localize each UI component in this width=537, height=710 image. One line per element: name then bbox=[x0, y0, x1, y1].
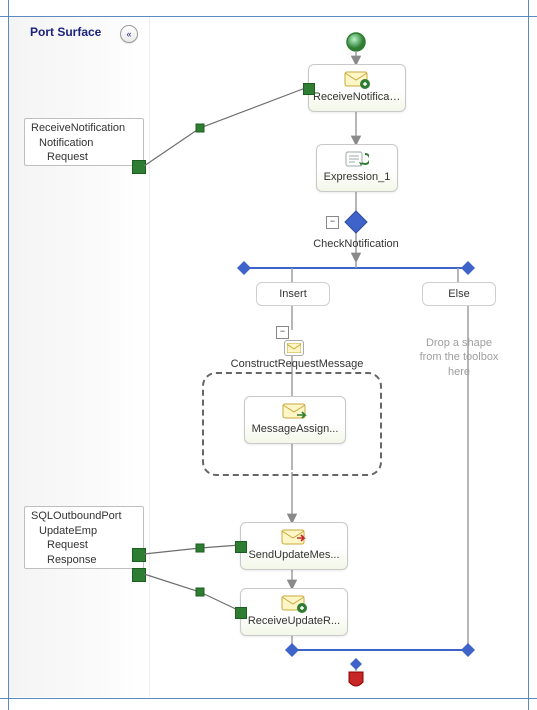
port-message: Request bbox=[25, 538, 143, 553]
shape-receive-update[interactable]: ReceiveUpdateR... bbox=[240, 588, 348, 636]
shape-connector[interactable] bbox=[235, 607, 247, 619]
shape-label: MessageAssign... bbox=[245, 423, 345, 439]
else-placeholder: Drop a shape from the toolbox here bbox=[414, 336, 504, 379]
shape-label: ReceiveUpdateR... bbox=[241, 615, 347, 631]
shape-label: Expression_1 bbox=[317, 171, 397, 187]
orchestration-canvas: Port Surface « ReceiveNotification Notif… bbox=[0, 0, 537, 710]
expression-icon bbox=[317, 151, 397, 169]
port-operation: Notification bbox=[25, 136, 143, 150]
branch-else[interactable]: Else bbox=[422, 282, 496, 306]
port-connector[interactable] bbox=[132, 160, 146, 174]
guide-bottom bbox=[0, 698, 537, 699]
port-name: ReceiveNotification bbox=[25, 119, 143, 136]
port-name: SQLOutboundPort bbox=[25, 507, 143, 524]
branch-label: Else bbox=[448, 288, 469, 300]
decision-label: CheckNotification bbox=[306, 238, 406, 250]
shape-message-assignment[interactable]: MessageAssign... bbox=[244, 396, 346, 444]
receive-icon bbox=[309, 71, 405, 89]
port-connector[interactable] bbox=[132, 548, 146, 562]
port-surface-collapse-button[interactable]: « bbox=[120, 25, 138, 43]
guide-right bbox=[528, 0, 529, 710]
shape-connector[interactable] bbox=[235, 541, 247, 553]
construct-icon bbox=[284, 340, 304, 356]
port-sql-outbound[interactable]: SQLOutboundPort UpdateEmp Request Respon… bbox=[24, 506, 144, 569]
branch-label: Insert bbox=[279, 288, 307, 300]
receive-icon bbox=[241, 595, 347, 613]
shape-expression[interactable]: Expression_1 bbox=[316, 144, 398, 192]
message-assign-icon bbox=[245, 403, 345, 421]
shape-label: ReceiveNotificati... bbox=[309, 91, 405, 107]
port-operation: UpdateEmp bbox=[25, 524, 143, 538]
shape-send-update[interactable]: SendUpdateMes... bbox=[240, 522, 348, 570]
construct-label: ConstructRequestMessage bbox=[222, 358, 372, 370]
port-receive-notification[interactable]: ReceiveNotification Notification Request bbox=[24, 118, 144, 166]
port-message: Response bbox=[25, 553, 143, 568]
branch-insert[interactable]: Insert bbox=[256, 282, 330, 306]
decision-toggle[interactable]: − bbox=[326, 216, 339, 229]
shape-receive-notification[interactable]: ReceiveNotificati... bbox=[308, 64, 406, 112]
port-message: Request bbox=[25, 150, 143, 165]
shape-label: SendUpdateMes... bbox=[241, 549, 347, 565]
shape-connector[interactable] bbox=[303, 83, 315, 95]
construct-toggle[interactable]: − bbox=[276, 326, 289, 339]
port-surface-title: Port Surface bbox=[30, 25, 101, 39]
send-icon bbox=[241, 529, 347, 547]
chevron-left-icon: « bbox=[126, 29, 131, 39]
port-connector[interactable] bbox=[132, 568, 146, 582]
